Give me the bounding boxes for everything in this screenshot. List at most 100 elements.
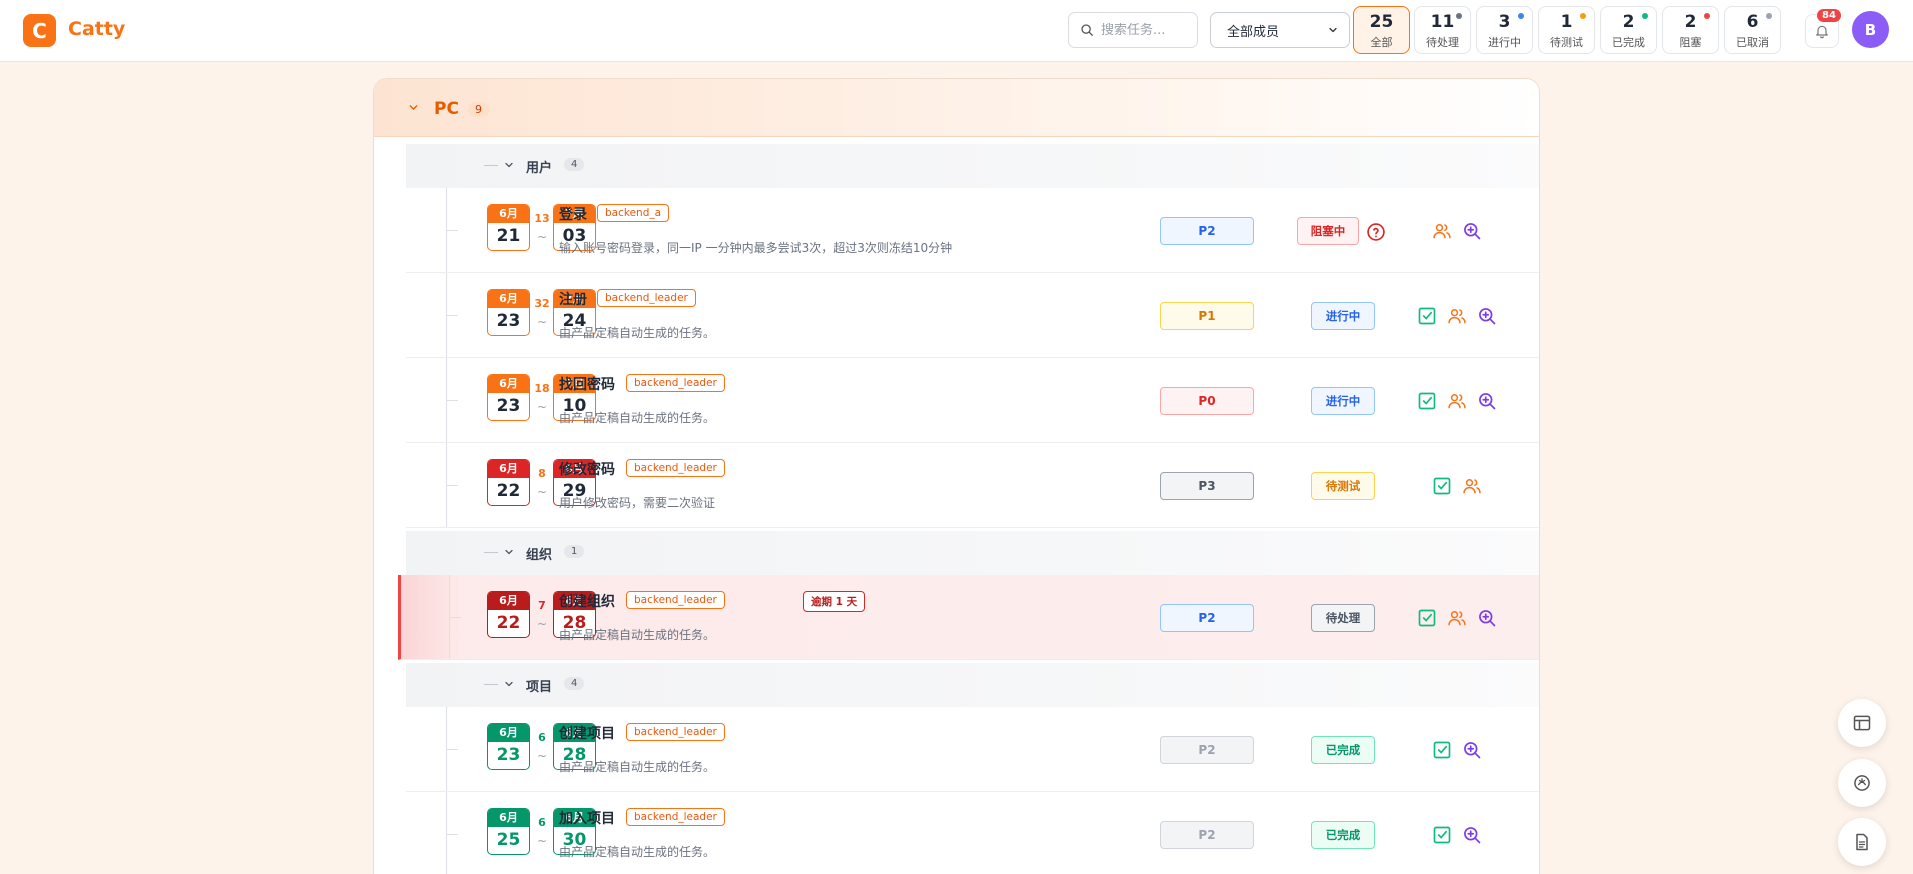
task-description: 用户修改密码，需要二次验证 bbox=[559, 496, 716, 510]
zoom-in-icon[interactable] bbox=[1477, 391, 1497, 411]
duration-days: 8 bbox=[538, 467, 546, 480]
task-title[interactable]: 修改密码 bbox=[559, 459, 615, 479]
group-count-badge: 1 bbox=[564, 545, 585, 558]
task-title[interactable]: 注册 bbox=[559, 289, 587, 309]
search-input[interactable] bbox=[1101, 22, 1191, 38]
task-row[interactable]: 6月 21 13 ~ 7月 03 登录 backend_a 输入账号密码登录，同一I… bbox=[406, 188, 1539, 273]
task-description: 由产品定稿自动生成的任务。 bbox=[559, 845, 716, 859]
task-title[interactable]: 登录 bbox=[559, 204, 587, 224]
chevron-down-icon[interactable] bbox=[503, 159, 515, 171]
project-header[interactable]: PC 9 bbox=[374, 79, 1539, 137]
group-header-project[interactable]: 项目 4 bbox=[406, 663, 1539, 707]
filter-chip-done[interactable]: 2 已完成 bbox=[1600, 6, 1657, 54]
start-month: 6月 bbox=[488, 205, 529, 223]
duration-days: 6 bbox=[538, 731, 546, 744]
group-header-user[interactable]: 用户 4 bbox=[406, 144, 1539, 188]
chip-label: 进行中 bbox=[1488, 36, 1521, 49]
priority-badge: P2 bbox=[1160, 736, 1254, 764]
tree-connector bbox=[446, 749, 458, 750]
assign-users-icon[interactable] bbox=[1447, 391, 1467, 411]
tree-connector bbox=[484, 684, 498, 685]
task-row[interactable]: 6月 22 8 ~ 6月 29 修改密码 backend_leader 用户修改密码… bbox=[406, 443, 1539, 528]
duration-days: 32 bbox=[534, 297, 550, 310]
layout-toggle-button[interactable] bbox=[1838, 699, 1886, 747]
start-date: 6月 23 bbox=[487, 374, 530, 421]
priority-badge: P2 bbox=[1160, 821, 1254, 849]
start-date: 6月 25 bbox=[487, 808, 530, 855]
complete-checkbox-icon[interactable] bbox=[1417, 608, 1437, 628]
help-circle-icon[interactable] bbox=[1366, 222, 1386, 242]
start-day: 25 bbox=[496, 830, 521, 850]
chip-count: 25 bbox=[1369, 12, 1394, 32]
task-description: 输入账号密码登录，同一IP 一分钟内最多尝试3次，超过3次则冻结10分钟 bbox=[559, 241, 953, 255]
zoom-in-icon[interactable] bbox=[1462, 740, 1482, 760]
chip-label: 已完成 bbox=[1612, 36, 1645, 49]
priority-badge: P2 bbox=[1160, 217, 1254, 245]
task-row[interactable]: 6月 25 6 ~ 6月 30 加入项目 backend_leader 由产品定稿自… bbox=[406, 792, 1539, 874]
zoom-in-icon[interactable] bbox=[1462, 221, 1482, 241]
task-row[interactable]: 6月 23 18 ~ 7月 10 找回密码 backend_leader 由产品定稿… bbox=[406, 358, 1539, 443]
assign-users-icon[interactable] bbox=[1447, 306, 1467, 326]
chevron-down-icon bbox=[1327, 24, 1339, 36]
start-day: 22 bbox=[496, 481, 521, 501]
filter-chip-in-progress[interactable]: 3 进行中 bbox=[1476, 6, 1533, 54]
assignee-tag: backend_leader bbox=[626, 723, 725, 741]
duration-days: 6 bbox=[538, 816, 546, 829]
complete-checkbox-icon[interactable] bbox=[1432, 825, 1452, 845]
start-date: 6月 21 bbox=[487, 204, 530, 251]
task-row-overdue[interactable]: 6月 22 7 ~ 6月 28 创建组织 backend_leader 逾期 1 天… bbox=[398, 575, 1539, 660]
document-button[interactable] bbox=[1838, 818, 1886, 866]
status-badge: 阻塞中 bbox=[1297, 217, 1359, 245]
date-separator: ~ bbox=[536, 834, 548, 848]
user-avatar[interactable]: B bbox=[1852, 11, 1889, 48]
assign-users-icon[interactable] bbox=[1462, 476, 1482, 496]
task-title[interactable]: 创建组织 bbox=[559, 591, 615, 611]
zoom-in-icon[interactable] bbox=[1477, 306, 1497, 326]
status-dot bbox=[1766, 13, 1772, 19]
task-title[interactable]: 创建项目 bbox=[559, 723, 615, 743]
project-card: PC 9 用户 4 6月 21 13 ~ 7月 03 登录 backend_a 输入… bbox=[373, 78, 1540, 874]
filter-chip-blocked[interactable]: 2 阻塞 bbox=[1662, 6, 1719, 54]
start-month: 6月 bbox=[488, 592, 529, 610]
start-month: 6月 bbox=[488, 809, 529, 827]
task-row[interactable]: 6月 23 32 ~ 7月 24 注册 backend_leader 由产品定稿自动… bbox=[406, 273, 1539, 358]
task-title[interactable]: 加入项目 bbox=[559, 808, 615, 828]
chip-label: 全部 bbox=[1370, 36, 1393, 49]
priority-badge: P3 bbox=[1160, 472, 1254, 500]
complete-checkbox-icon[interactable] bbox=[1432, 740, 1452, 760]
filter-chip-cancelled[interactable]: 6 已取消 bbox=[1724, 6, 1781, 54]
search-box[interactable] bbox=[1068, 12, 1198, 48]
assign-users-icon[interactable] bbox=[1432, 221, 1452, 241]
chevron-down-icon[interactable] bbox=[407, 101, 420, 114]
status-badge: 待测试 bbox=[1311, 472, 1375, 500]
filter-chip-todo[interactable]: 11 待处理 bbox=[1414, 6, 1471, 54]
filter-chip-testing[interactable]: 1 待测试 bbox=[1538, 6, 1595, 54]
filter-chip-all[interactable]: 25 全部 bbox=[1353, 6, 1410, 54]
task-title[interactable]: 找回密码 bbox=[559, 374, 615, 394]
member-filter-select[interactable]: 全部成员 bbox=[1210, 12, 1350, 48]
notification-badge: 84 bbox=[1817, 9, 1841, 22]
zoom-in-icon[interactable] bbox=[1477, 608, 1497, 628]
date-separator: ~ bbox=[536, 230, 548, 244]
complete-checkbox-icon[interactable] bbox=[1417, 306, 1437, 326]
chevron-down-icon[interactable] bbox=[503, 546, 515, 558]
group-header-organization[interactable]: 组织 1 bbox=[406, 531, 1539, 575]
tree-connector bbox=[446, 792, 447, 874]
app-logo[interactable]: C bbox=[23, 14, 56, 47]
start-day: 23 bbox=[496, 311, 521, 331]
complete-checkbox-icon[interactable] bbox=[1432, 476, 1452, 496]
app-name[interactable]: Catty bbox=[68, 18, 125, 40]
tree-connector bbox=[446, 400, 458, 401]
chevron-down-icon[interactable] bbox=[503, 678, 515, 690]
assign-users-icon[interactable] bbox=[1447, 608, 1467, 628]
start-date: 6月 23 bbox=[487, 723, 530, 770]
ai-assistant-button[interactable] bbox=[1838, 759, 1886, 807]
chip-label: 已取消 bbox=[1736, 36, 1769, 49]
group-title: 项目 bbox=[526, 680, 553, 695]
start-day: 23 bbox=[496, 396, 521, 416]
zoom-in-icon[interactable] bbox=[1462, 825, 1482, 845]
assignee-tag: backend_leader bbox=[626, 374, 725, 392]
document-icon bbox=[1856, 833, 1868, 851]
complete-checkbox-icon[interactable] bbox=[1417, 391, 1437, 411]
task-row[interactable]: 6月 23 6 ~ 6月 28 创建项目 backend_leader 由产品定稿自… bbox=[406, 707, 1539, 792]
